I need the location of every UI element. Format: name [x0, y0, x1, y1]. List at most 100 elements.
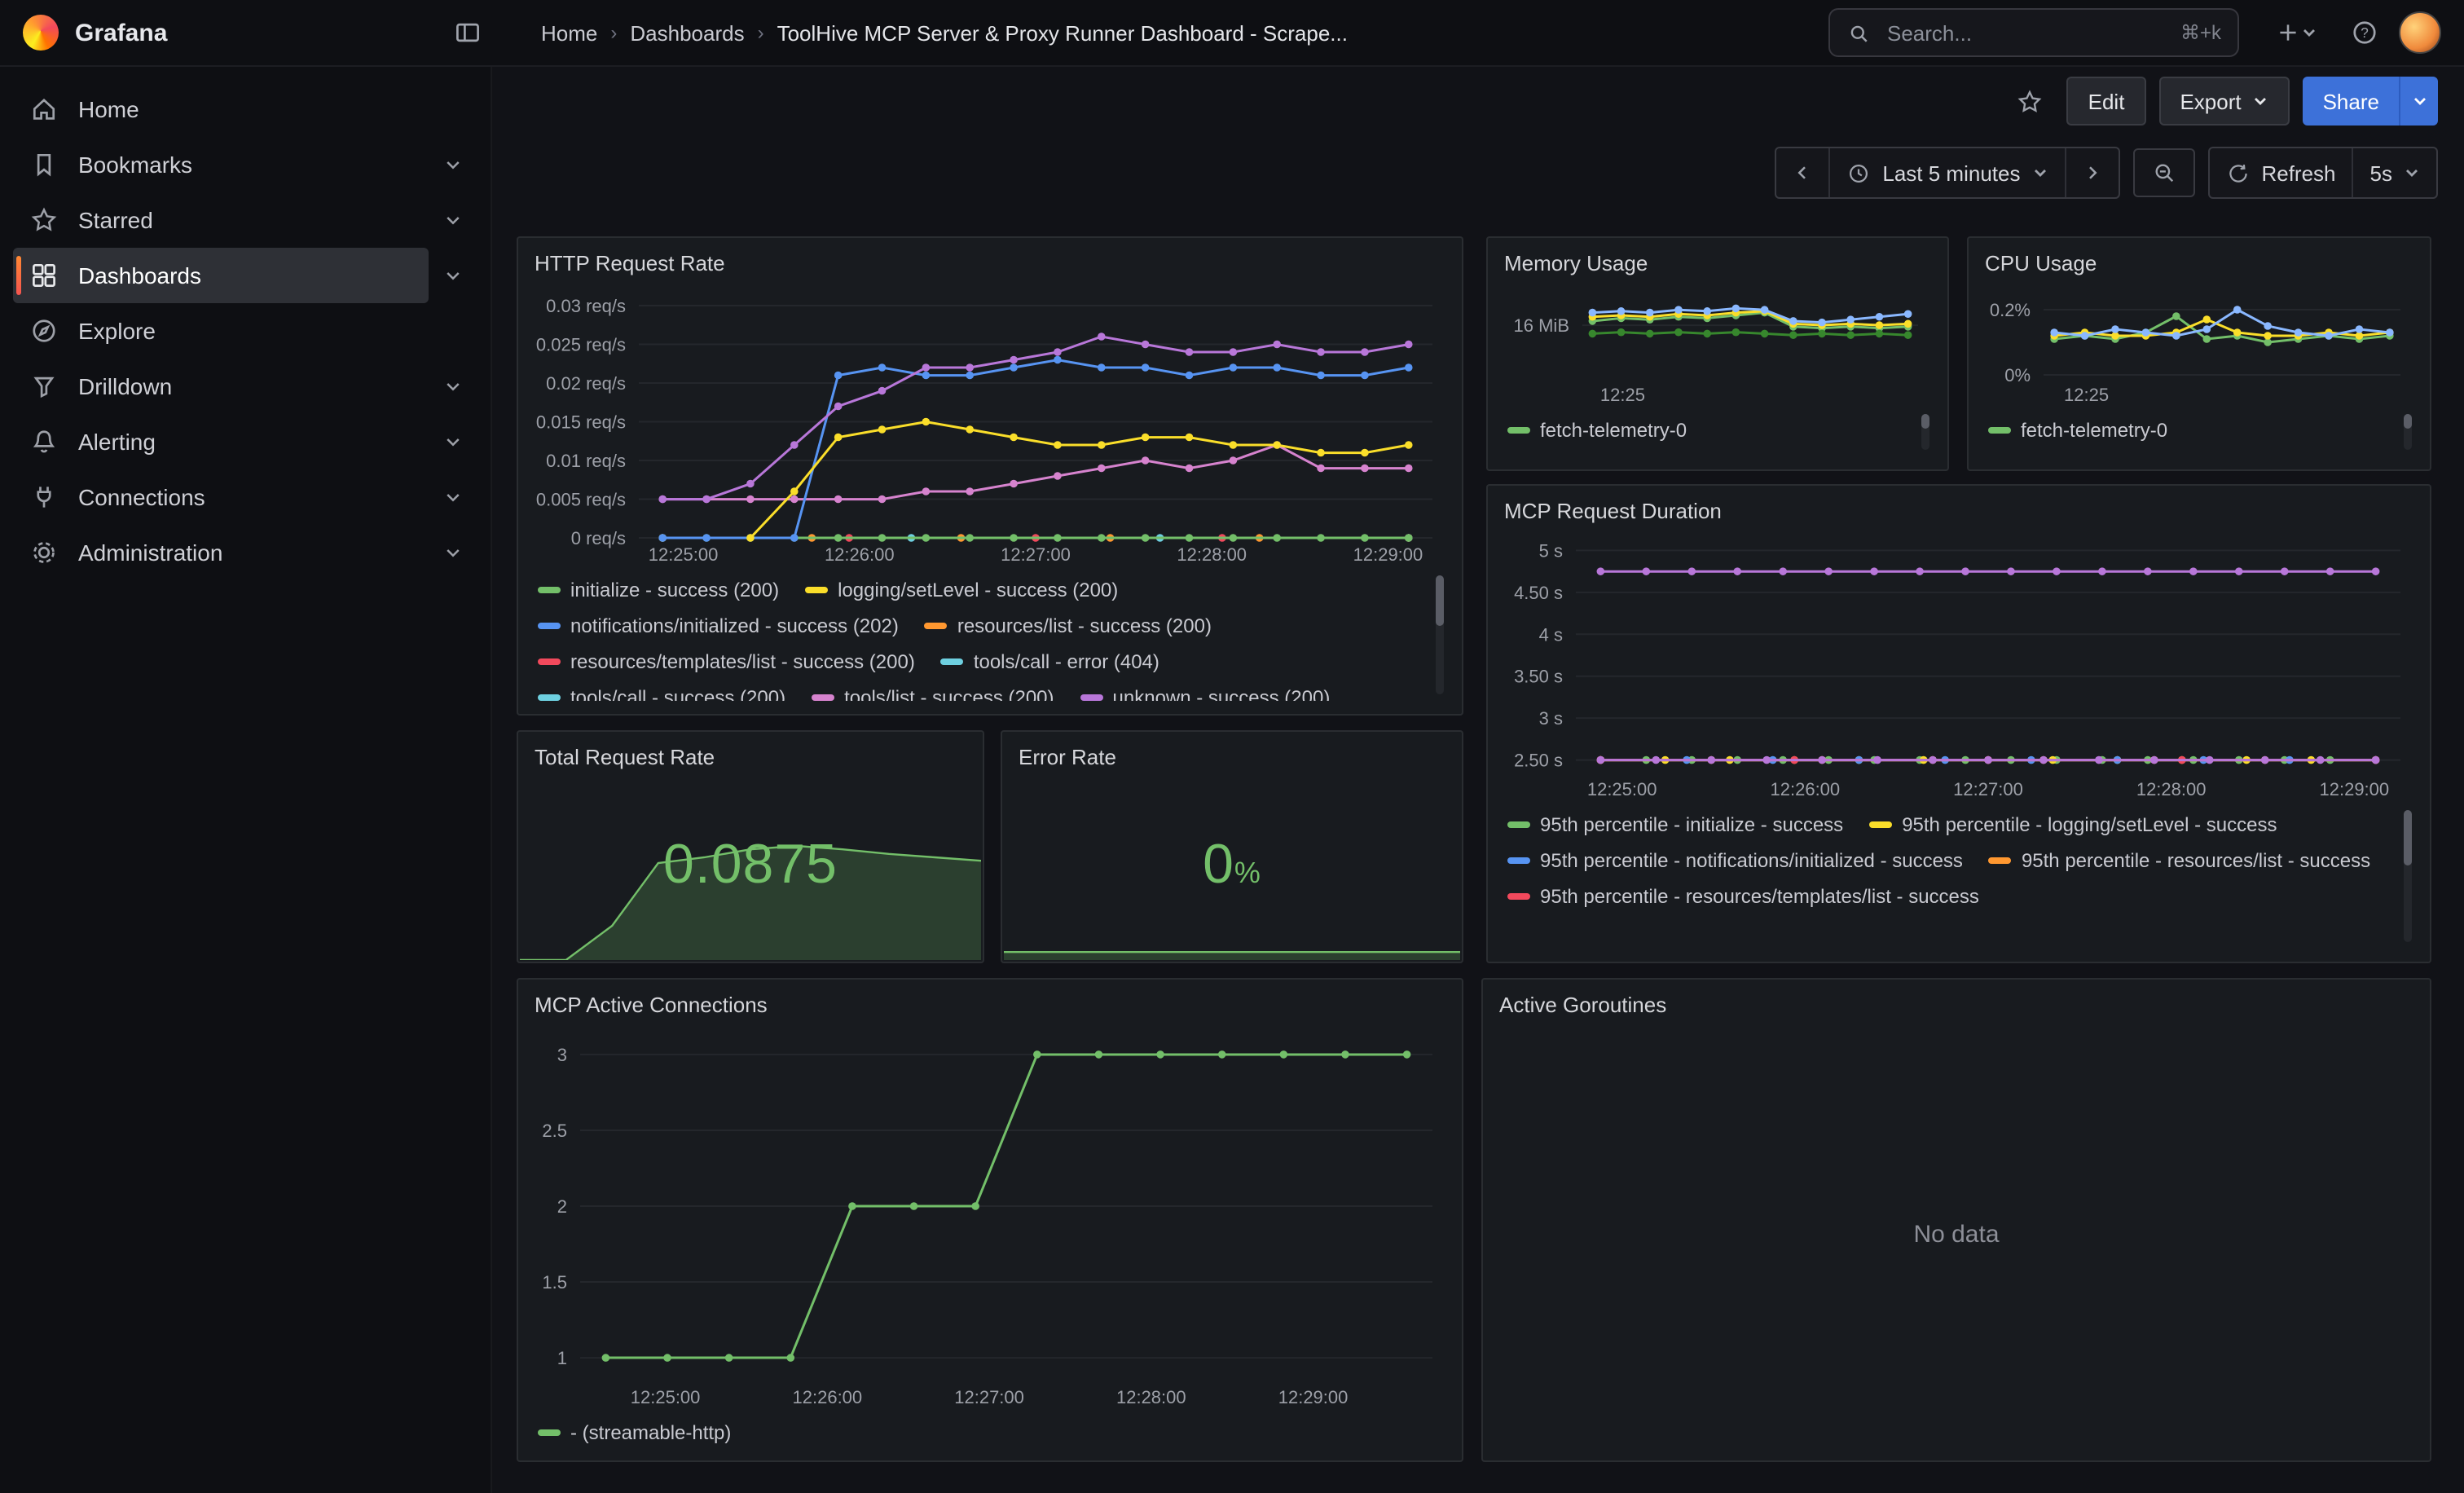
- share-menu-button[interactable]: [2399, 77, 2438, 126]
- breadcrumb-home[interactable]: Home: [541, 20, 597, 45]
- legend-item[interactable]: resources/templates/list - success (200): [538, 647, 915, 676]
- legend-item[interactable]: initialize - success (200): [538, 575, 779, 605]
- legend-item[interactable]: tools/list - success (200): [812, 683, 1054, 701]
- refresh-icon: [2225, 161, 2250, 185]
- sidebar-item-bookmarks[interactable]: Bookmarks: [13, 137, 429, 192]
- sidebar-item-starred[interactable]: Starred: [13, 192, 429, 248]
- breadcrumb-separator: ›: [610, 21, 617, 44]
- cpu-usage-chart[interactable]: 0.2%0%12:25: [1985, 280, 2413, 407]
- legend-series-label: initialize - success (200): [570, 579, 779, 601]
- legend-scrollbar[interactable]: [2404, 810, 2412, 942]
- svg-text:3: 3: [557, 1045, 567, 1065]
- svg-text:0.025 req/s: 0.025 req/s: [536, 335, 626, 355]
- panel-title[interactable]: MCP Request Duration: [1504, 495, 2413, 528]
- http-request-rate-chart[interactable]: 0 req/s0.005 req/s0.01 req/s0.015 req/s0…: [535, 280, 1445, 567]
- legend-item[interactable]: 95th percentile - notifications/initiali…: [1507, 846, 1963, 875]
- memory-usage-chart[interactable]: 16 MiB12:25: [1504, 280, 1931, 407]
- sidebar-item-explore[interactable]: Explore: [13, 303, 477, 359]
- edit-button[interactable]: Edit: [2067, 77, 2146, 126]
- refresh-interval-picker[interactable]: 5s: [2352, 148, 2436, 197]
- refresh-label: Refresh: [2261, 161, 2335, 185]
- legend-item[interactable]: notifications/initialized - success (202…: [538, 611, 899, 641]
- svg-text:12:27:00: 12:27:00: [1001, 544, 1071, 565]
- breadcrumb-dashboards[interactable]: Dashboards: [630, 20, 744, 45]
- legend-series-label: fetch-telemetry-0: [1540, 419, 1687, 442]
- help-button[interactable]: ?: [2340, 8, 2389, 57]
- svg-text:12:28:00: 12:28:00: [2136, 779, 2207, 799]
- panel-title[interactable]: Total Request Rate: [535, 742, 966, 774]
- sidebar: Home Bookmarks Starred: [0, 65, 492, 1493]
- starred-expand-button[interactable]: [429, 196, 477, 244]
- panel-title[interactable]: CPU Usage: [1985, 248, 2413, 280]
- administration-expand-button[interactable]: [429, 528, 477, 577]
- legend-item[interactable]: unknown - success (200): [1080, 683, 1331, 701]
- time-range-label: Last 5 minutes: [1882, 161, 2020, 185]
- panel-title[interactable]: Active Goroutines: [1499, 989, 2413, 1022]
- alerting-expand-button[interactable]: [429, 417, 477, 466]
- favorite-star-button[interactable]: [2005, 77, 2054, 126]
- svg-text:1.5: 1.5: [542, 1272, 567, 1293]
- legend-item[interactable]: tools/call - success (200): [538, 683, 785, 701]
- legend-item[interactable]: 95th percentile - resources/templates/li…: [1507, 882, 1979, 911]
- legend-item[interactable]: - (streamable-http): [538, 1418, 731, 1447]
- panel-title[interactable]: HTTP Request Rate: [535, 248, 1445, 280]
- drilldown-expand-button[interactable]: [429, 362, 477, 411]
- legend-series-swatch: [1869, 821, 1892, 828]
- http-legend: initialize - success (200) logging/setLev…: [535, 567, 1445, 701]
- legend-scrollbar[interactable]: [2404, 414, 2412, 450]
- panel-title[interactable]: Memory Usage: [1504, 248, 1931, 280]
- add-new-button[interactable]: [2262, 8, 2330, 57]
- legend-item[interactable]: logging/setLevel - success (200): [805, 575, 1118, 605]
- legend-scrollbar[interactable]: [1436, 575, 1444, 694]
- drilldown-funnel-icon: [29, 372, 59, 401]
- legend-series-label: logging/setLevel - success (200): [838, 579, 1118, 601]
- sidebar-item-label: Connections: [78, 484, 205, 510]
- zoom-out-button[interactable]: [2132, 148, 2194, 197]
- sidebar-item-label: Starred: [78, 207, 153, 233]
- chevron-left-icon: [1793, 163, 1812, 183]
- clock-icon: [1846, 161, 1871, 185]
- mcp-active-connections-chart[interactable]: 11.522.5312:25:0012:26:0012:27:0012:28:0…: [535, 1022, 1445, 1410]
- legend-item[interactable]: fetch-telemetry-0: [1507, 416, 1687, 445]
- legend-item[interactable]: resources/list - success (200): [925, 611, 1212, 641]
- bookmarks-expand-button[interactable]: [429, 140, 477, 189]
- legend-series-label: resources/templates/list - success (200): [570, 650, 915, 673]
- search-input[interactable]: [1884, 19, 2167, 46]
- sidebar-item-alerting[interactable]: Alerting: [13, 414, 429, 469]
- refresh-button[interactable]: Refresh: [2209, 148, 2352, 197]
- sidebar-toggle-button[interactable]: [443, 8, 492, 57]
- sidebar-item-administration[interactable]: Administration: [13, 525, 429, 580]
- share-button[interactable]: Share: [2303, 77, 2399, 126]
- legend-item[interactable]: tools/call - error (404): [941, 647, 1159, 676]
- legend-item[interactable]: 95th percentile - initialize - success: [1507, 810, 1843, 839]
- dashboards-expand-button[interactable]: [429, 251, 477, 300]
- legend-item[interactable]: fetch-telemetry-0: [1988, 416, 2167, 445]
- svg-text:0.02 req/s: 0.02 req/s: [546, 373, 626, 394]
- panel-http-request-rate: HTTP Request Rate 0 req/s0.005 req/s0.01…: [517, 236, 1463, 716]
- legend-series-label: notifications/initialized - success (202…: [570, 614, 899, 637]
- legend-series-label: - (streamable-http): [570, 1421, 731, 1444]
- sidebar-item-drilldown[interactable]: Drilldown: [13, 359, 429, 414]
- sidebar-item-dashboards[interactable]: Dashboards: [13, 248, 429, 303]
- panel-title[interactable]: Error Rate: [1019, 742, 1445, 774]
- search-box[interactable]: ⌘+k: [1828, 8, 2239, 57]
- sidebar-item-connections[interactable]: Connections: [13, 469, 429, 525]
- legend-item[interactable]: 95th percentile - logging/setLevel - suc…: [1869, 810, 2277, 839]
- sidebar-item-home[interactable]: Home: [13, 81, 477, 137]
- legend-item[interactable]: 95th percentile - resources/list - succe…: [1989, 846, 2370, 875]
- legend-scrollbar[interactable]: [1921, 414, 1929, 450]
- legend-series-swatch: [1507, 857, 1530, 864]
- panel-title[interactable]: MCP Active Connections: [535, 989, 1445, 1022]
- legend-series-label: tools/call - error (404): [974, 650, 1159, 673]
- chevron-down-icon: [2301, 24, 2317, 41]
- search-shortcut: ⌘+k: [2180, 21, 2221, 44]
- export-button[interactable]: Export: [2158, 77, 2290, 126]
- mcp-request-duration-chart[interactable]: 2.50 s3 s3.50 s4 s4.50 s5 s12:25:0012:26…: [1504, 528, 2413, 802]
- user-avatar[interactable]: [2399, 11, 2441, 54]
- connections-expand-button[interactable]: [429, 473, 477, 522]
- time-shift-back-button[interactable]: [1776, 148, 1828, 197]
- topbar-actions: ?: [2262, 8, 2464, 57]
- time-range-picker[interactable]: Last 5 minutes: [1828, 148, 2064, 197]
- time-shift-forward-button[interactable]: [2064, 148, 2118, 197]
- grafana-logo-icon: [23, 15, 59, 51]
